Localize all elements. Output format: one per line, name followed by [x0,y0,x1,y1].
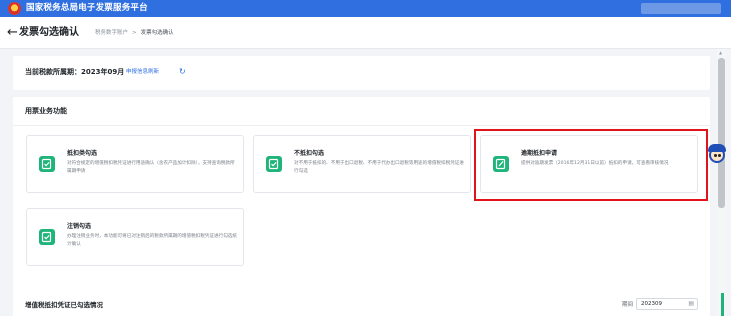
breadcrumb-separator: > [132,30,137,36]
checked-status-card: 增值税抵扣凭证已勾选情况 期间 202309 ▤ [13,288,710,316]
section-title: 增值税抵扣凭证已勾选情况 [25,301,103,309]
tax-emblem-icon [8,2,21,15]
func-description: 办理注销业务时，本功能可将已对注销后的税款所属期的增值税扣税凭证进行勾选统计确认 [67,234,237,247]
period-label: 期间 [622,302,634,308]
period-date-value: 202309 [641,301,662,307]
func-card-deregistration[interactable]: 注销勾选 办理注销业务时，本功能可将已对注销后的税款所属期的增值税扣税凭证进行勾… [26,208,244,266]
func-description: 对不用于抵扣的、不用于出口退税、不用于代办出口退税等用途的增值税扣税凭证进行勾选 [294,161,464,174]
scroll-up-arrow-icon[interactable]: ▲ [719,51,722,55]
func-card-deductible[interactable]: 抵扣类勾选 对符合规定的增值税扣税凭证进行用途确认（含农产品加计扣除），支持查询… [26,135,244,193]
invoice-check-icon [39,156,55,172]
func-title: 注销勾选 [67,223,92,230]
func-card-non-deductible[interactable]: 不抵扣勾选 对不用于抵扣的、不用于出口退税、不用于代办出口退税等用途的增值税扣税… [253,135,471,193]
section-title: 用票业务功能 [25,107,67,115]
func-title: 不抵扣勾选 [294,150,325,157]
mascot-cap [708,144,726,152]
period-date-picker[interactable]: 202309 ▤ [636,298,698,310]
scrollbar-thumb[interactable] [718,58,725,208]
side-float-tab[interactable] [721,293,724,316]
divider [13,125,710,126]
refresh-declaration-link[interactable]: 申报信息刷新 [126,68,159,77]
page-title: 发票勾选确认 [19,27,79,38]
page-header: ← 发票勾选确认 税务数字账户 > 发票勾选确认 [0,17,731,49]
refresh-icon[interactable]: ↻ [179,66,186,77]
func-title: 抵扣类勾选 [67,150,98,157]
breadcrumb-item-current: 发票勾选确认 [140,30,174,36]
mascot-eye [714,154,717,157]
breadcrumb-item-account[interactable]: 税务数字账户 [95,30,128,36]
app-title: 国家税务总局电子发票服务平台 [26,3,148,13]
mascot-eye [718,154,721,157]
func-description: 对符合规定的增值税扣税凭证进行用途确认（含农产品加计扣除），支持查询税款所属期申… [67,161,235,174]
invoice-check-icon [39,229,55,245]
user-account-box[interactable] [641,3,721,14]
assistant-mascot-icon[interactable] [707,144,727,166]
top-bar: 国家税务总局电子发票服务平台 [0,0,731,17]
breadcrumb: 税务数字账户 > 发票勾选确认 [95,28,174,38]
period-card: 当前税款所属期：2023年09月 申报信息刷新 ↻ [13,56,710,90]
calendar-icon[interactable]: ▤ [688,299,694,309]
tax-period-label: 当前税款所属期：2023年09月 [25,68,125,76]
invoice-check-icon [266,156,282,172]
highlight-box [474,129,708,201]
